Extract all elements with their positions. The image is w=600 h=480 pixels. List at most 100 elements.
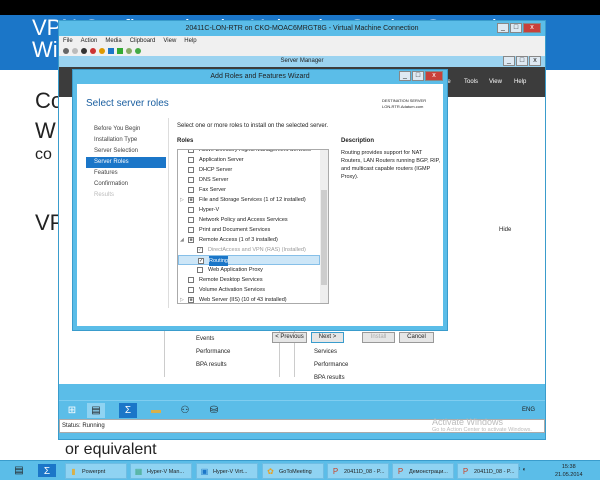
tile-link[interactable]: Services [314, 346, 348, 359]
taskbar-item[interactable]: ▦ Hyper-V Man... [130, 463, 192, 479]
taskbar-item[interactable]: P Демонстраци... [392, 463, 454, 479]
role-item[interactable]: ▷ ■ File and Storage Services (1 of 12 ins… [178, 195, 320, 205]
start-button-icon[interactable]: ⊞ [63, 403, 81, 418]
role-item[interactable]: ✓ Routing [178, 255, 320, 266]
wizard-maximize-button[interactable]: □ [412, 71, 424, 81]
previous-button[interactable]: < Previous [272, 332, 307, 343]
role-item[interactable]: ▷ ■ Web Server (IIS) (10 of 43 installed) [178, 295, 320, 303]
close-button[interactable]: x [523, 23, 541, 33]
menu-media[interactable]: Media [105, 36, 121, 46]
role-item[interactable]: Fax Server [178, 185, 320, 195]
sm-menu-help[interactable]: Help [514, 79, 526, 85]
server-manager-icon[interactable]: ▤ [10, 463, 28, 478]
role-item[interactable]: Print and Document Services [178, 225, 320, 235]
sm-menu-tools[interactable]: Tools [464, 79, 478, 85]
tile-link[interactable]: Performance [196, 346, 230, 359]
clock[interactable]: 15:38 21.05.2014 [555, 463, 583, 479]
wizard-minimize-button[interactable]: _ [399, 71, 411, 81]
nav-server-selection[interactable]: Server Selection [86, 146, 166, 157]
checkpoint-icon[interactable] [126, 48, 132, 54]
role-item[interactable]: Volume Activation Services [178, 285, 320, 295]
role-item[interactable]: Hyper-V [178, 205, 320, 215]
cancel-button[interactable]: Cancel [399, 332, 434, 343]
role-checkbox[interactable] [197, 267, 203, 273]
menu-action[interactable]: Action [81, 36, 98, 46]
tile-link[interactable]: Performance [314, 359, 348, 372]
language-indicator[interactable]: ENG [522, 407, 535, 413]
menu-view[interactable]: View [163, 36, 176, 46]
nav-server-roles[interactable]: Server Roles [86, 157, 166, 168]
wizard-close-button[interactable]: x [425, 71, 443, 81]
tile-link[interactable]: BPA results [196, 359, 230, 372]
revert-icon[interactable] [135, 48, 141, 54]
role-checkbox[interactable] [188, 277, 194, 283]
role-checkbox[interactable]: ■ [188, 197, 194, 203]
role-checkbox[interactable] [188, 167, 194, 173]
minimize-button[interactable]: _ [497, 23, 509, 33]
role-checkbox[interactable] [188, 177, 194, 183]
shutdown-icon[interactable] [90, 48, 96, 54]
save-icon[interactable] [99, 48, 105, 54]
dest-server: LON-RTR.Adatum.com [382, 104, 424, 109]
role-checkbox[interactable] [188, 287, 194, 293]
sm-close-button[interactable]: x [529, 56, 541, 66]
role-item[interactable]: Application Server [178, 155, 320, 165]
turn-off-icon[interactable] [81, 48, 87, 54]
role-item[interactable]: Network Policy and Access Services [178, 215, 320, 225]
expand-icon[interactable]: ◢ [180, 235, 184, 245]
network-icon[interactable]: ⚇ [176, 403, 194, 418]
role-checkbox[interactable]: ✓ [198, 258, 204, 264]
role-item[interactable]: DNS Server [178, 175, 320, 185]
explorer-icon[interactable]: ▬ [147, 403, 165, 418]
menu-help[interactable]: Help [184, 36, 196, 46]
role-item[interactable]: ✓ DirectAccess and VPN (RAS) (Installed) [178, 245, 320, 255]
ctrl-alt-del-icon[interactable] [63, 48, 69, 54]
sm-restore-button[interactable]: □ [516, 56, 528, 66]
role-item[interactable]: Web Application Proxy [178, 265, 320, 275]
menu-clipboard[interactable]: Clipboard [130, 36, 156, 46]
routing-icon[interactable]: ⛁ [205, 403, 223, 418]
sm-menu-view[interactable]: View [489, 79, 502, 85]
expand-icon[interactable]: ▷ [180, 295, 184, 303]
server-manager-icon[interactable]: ▤ [87, 403, 105, 418]
taskbar-item[interactable]: ▮ Powerpnt [65, 463, 127, 479]
roles-list[interactable]: Active Directory Rights Management Servi… [177, 149, 329, 304]
taskbar-item[interactable]: P 20411D_08 - P... [457, 463, 519, 479]
nav-confirmation[interactable]: Confirmation [86, 179, 166, 190]
role-item[interactable]: ◢ ■ Remote Access (1 of 3 installed) [178, 235, 320, 245]
role-checkbox[interactable]: ■ [188, 297, 194, 303]
sm-minimize-button[interactable]: _ [503, 56, 515, 66]
role-checkbox[interactable] [188, 157, 194, 163]
role-label: DirectAccess and VPN (RAS) (Installed) [208, 247, 306, 253]
tile-link[interactable]: BPA results [314, 372, 348, 385]
role-label: Hyper-V [199, 207, 220, 213]
role-checkbox[interactable] [188, 150, 194, 153]
resume-icon[interactable] [117, 48, 123, 54]
start-icon[interactable] [72, 48, 78, 54]
menu-file[interactable]: File [63, 36, 73, 46]
taskbar-item[interactable]: ✿ GoToMeeting [262, 463, 324, 479]
role-checkbox[interactable]: ✓ [197, 247, 203, 253]
taskbar-item[interactable]: ▣ Hyper-V Virt... [196, 463, 258, 479]
nav-features[interactable]: Features [86, 168, 166, 179]
nav-before-you-begin[interactable]: Before You Begin [86, 124, 166, 135]
pause-icon[interactable] [108, 48, 114, 54]
role-checkbox[interactable] [188, 207, 194, 213]
taskbar-item-label: GoToMeeting [279, 469, 312, 475]
taskbar-item[interactable]: P 20411D_08 - P... [327, 463, 389, 479]
role-checkbox[interactable] [188, 187, 194, 193]
role-checkbox[interactable]: ■ [188, 237, 194, 243]
powershell-icon[interactable]: Σ [38, 464, 56, 477]
hide-link[interactable]: Hide [499, 227, 511, 233]
nav-installation-type[interactable]: Installation Type [86, 135, 166, 146]
role-checkbox[interactable] [188, 217, 194, 223]
tile-link[interactable]: Events [196, 333, 230, 346]
role-item[interactable]: Remote Desktop Services [178, 275, 320, 285]
roles-scrollbar[interactable] [320, 150, 328, 303]
next-button[interactable]: Next > [311, 332, 344, 343]
role-checkbox[interactable] [188, 227, 194, 233]
powershell-icon[interactable]: Σ [119, 403, 137, 418]
role-item[interactable]: DHCP Server [178, 165, 320, 175]
expand-icon[interactable]: ▷ [180, 195, 184, 205]
maximize-button[interactable]: □ [510, 23, 522, 33]
